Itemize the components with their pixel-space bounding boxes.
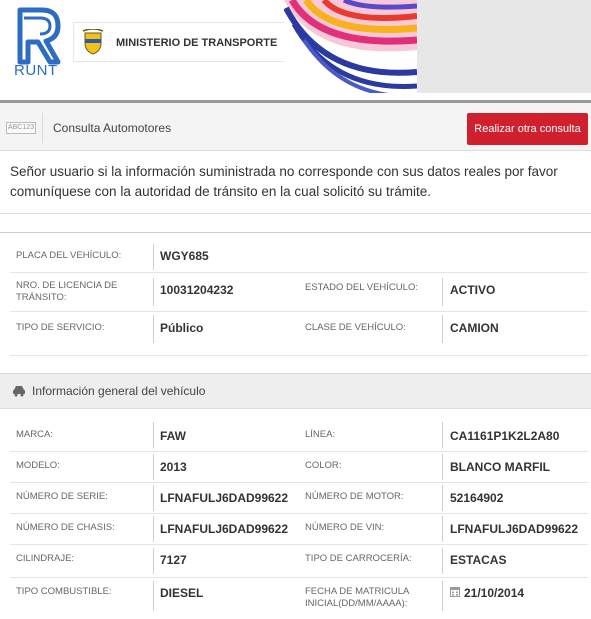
carroceria-value: ESTACAS [450,553,507,567]
modelo-label: MODELO: [16,460,60,471]
page-header: RUNT MINISTERIO DE TRANSPORTE [0,0,591,93]
brand-waves-graphic [284,0,417,93]
color-label: COLOR: [305,460,342,471]
toolbar: ABC123 Consulta Automotores Realizar otr… [0,103,591,151]
chasis-label: NÚMERO DE CHASIS: [16,522,115,533]
page-title: Consulta Automotores [53,121,172,135]
field-divider [153,422,154,448]
ministry-logo: MINISTERIO DE TRANSPORTE [73,22,286,62]
motor-label: NÚMERO DE MOTOR: [305,491,404,502]
coat-of-arms-icon [82,29,104,55]
modelo-value: 2013 [160,460,187,474]
estado-value: ACTIVO [450,283,496,297]
linea-value: CA1161P1K2L2A80 [450,429,560,443]
servicio-value: Público [160,321,204,335]
field-divider [442,548,443,574]
marca-label: MARCA: [16,429,53,440]
new-query-button[interactable]: Realizar otra consulta [467,113,588,145]
licencia-label: NRO. DE LICENCIA DE TRÁNSITO: [16,280,118,303]
calendar-icon [450,587,460,597]
vehicle-summary-card: PLACA DEL VEHÍCULO: WGY685 NRO. DE LICEN… [10,240,588,345]
info-row: MODELO: 2013 COLOR: BLANCO MARFIL [10,452,588,482]
notice-text: Señor usuario si la información suminist… [10,164,558,199]
serie-label: NÚMERO DE SERIE: [16,491,108,502]
license-plate-icon: ABC123 [6,122,36,134]
field-divider [153,581,154,611]
vin-label: NÚMERO DE VIN: [305,522,385,533]
general-info-card: MARCA: FAW LÍNEA: CA1161P1K2L2A80 MODELO… [10,418,588,619]
info-row: TIPO COMBUSTIBLE: DIESEL FECHA DE MATRIC… [10,578,588,618]
serie-value: LFNAFULJ6DAD99622 [160,491,289,505]
field-divider [442,315,443,343]
field-divider [442,485,443,511]
carroceria-label: TIPO DE CARROCERÍA: [305,553,412,564]
field-divider [153,244,154,270]
field-divider [442,454,443,480]
runt-label: RUNT [14,62,58,79]
linea-label: LÍNEA: [305,429,336,440]
summary-row: TIPO DE SERVICIO: Público CLASE DE VEHÍC… [10,312,588,344]
info-row: CILINDRAJE: 7127 TIPO DE CARROCERÍA: EST… [10,545,588,577]
estado-label: ESTADO DEL VEHÍCULO: [305,282,418,293]
clase-value: CAMION [450,321,499,335]
section-divider [0,232,591,233]
field-divider [153,454,154,480]
marca-value: FAW [160,429,186,443]
field-divider [153,485,154,511]
field-divider [153,315,154,343]
ministry-label: MINISTERIO DE TRANSPORTE [116,37,278,49]
field-divider [442,516,443,542]
clase-label: CLASE DE VEHÍCULO: [305,322,406,333]
field-divider [153,548,154,574]
cilindraje-value: 7127 [160,553,187,567]
summary-row: PLACA DEL VEHÍCULO: WGY685 [10,240,588,272]
combustible-label: TIPO COMBUSTIBLE: [16,586,112,597]
toolbar-divider [42,113,43,143]
field-divider [442,278,443,306]
cilindraje-label: CILINDRAJE: [16,553,75,564]
field-divider [153,516,154,542]
info-row: NÚMERO DE SERIE: LFNAFULJ6DAD99622 NÚMER… [10,483,588,513]
combustible-value: DIESEL [160,586,204,600]
field-divider [442,581,443,611]
general-info-header[interactable]: Información general del vehículo [0,373,591,409]
chasis-value: LFNAFULJ6DAD99622 [160,522,289,536]
servicio-label: TIPO DE SERVICIO: [16,322,105,333]
matricula-label: FECHA DE MATRICULA INICIAL(DD/MM/AAAA): [305,586,409,609]
placa-label: PLACA DEL VEHÍCULO: [16,250,122,261]
licencia-value: 10031204232 [160,283,234,297]
placa-value: WGY685 [160,249,209,263]
matricula-value: 21/10/2014 [464,586,525,600]
info-row: NÚMERO DE CHASIS: LFNAFULJ6DAD99622 NÚME… [10,514,588,544]
vin-value: LFNAFULJ6DAD99622 [450,522,579,536]
general-info-title: Información general del vehículo [32,384,206,398]
motor-value: 52164902 [450,491,504,505]
notice-divider [0,213,591,214]
field-divider [442,422,443,448]
field-divider [153,278,154,306]
car-icon [13,386,25,397]
info-row: MARCA: FAW LÍNEA: CA1161P1K2L2A80 [10,418,588,449]
card-divider [10,355,588,356]
header-filler [417,0,591,93]
summary-row: NRO. DE LICENCIA DE TRÁNSITO: 1003120423… [10,273,588,311]
color-value: BLANCO MARFIL [450,460,550,474]
